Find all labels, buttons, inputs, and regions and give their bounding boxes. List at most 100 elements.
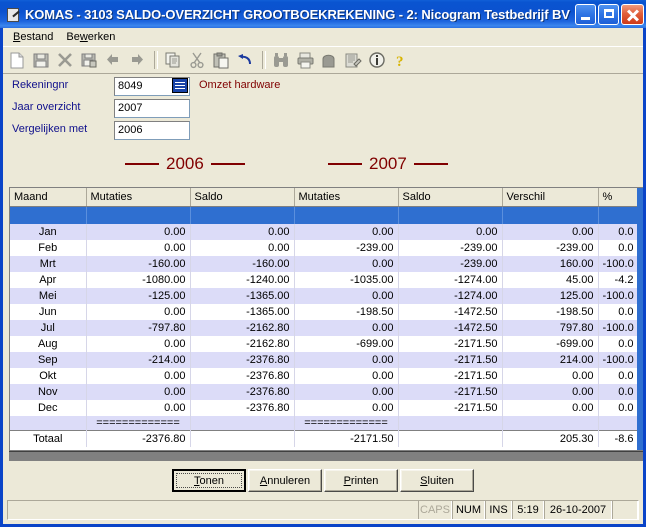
cell-verschil: 0.00 [502, 368, 599, 384]
sluiten-button[interactable]: Sluiten [400, 469, 474, 492]
cell-mutaties-1: -797.80 [86, 320, 191, 336]
find-binoculars-icon[interactable] [270, 49, 293, 71]
save-as-icon[interactable] [78, 49, 101, 71]
table-row[interactable]: Aug 0.00 -2162.80 -699.00 -2171.50 -699.… [10, 336, 637, 352]
list-lookup-icon[interactable] [172, 78, 188, 93]
title-bar[interactable]: KOMAS - 3103 SALDO-OVERZICHT GROOTBOEKRE… [0, 0, 646, 28]
cell-saldo-2: -1472.50 [398, 320, 503, 336]
cell-verschil: 797.80 [502, 320, 599, 336]
print-icon[interactable] [294, 49, 317, 71]
saldo-grid[interactable]: Maand Mutaties Saldo Mutaties Saldo Vers… [9, 187, 637, 451]
cell-mutaties-1: 0.00 [86, 368, 191, 384]
table-row[interactable]: Mrt -160.00 -160.00 0.00 -239.00 160.00 … [10, 256, 637, 272]
status-message-area [8, 501, 418, 519]
cell-mutaties-2: 0.00 [294, 224, 399, 240]
cell-mutaties-1: -214.00 [86, 352, 191, 368]
jaar-overzicht-input[interactable]: 2007 [114, 99, 190, 118]
vergelijken-met-input[interactable]: 2006 [114, 121, 190, 140]
separator-mutaties-2: ============= [294, 416, 399, 431]
close-button[interactable] [621, 3, 644, 25]
table-row[interactable]: Sep -214.00 -2376.80 0.00 -2171.50 214.0… [10, 352, 637, 368]
menu-bestand[interactable]: Bestand [7, 30, 60, 44]
grid-vertical-scrollbar[interactable] [637, 187, 643, 451]
cell-verschil: 214.00 [502, 352, 599, 368]
table-row[interactable]: Feb 0.00 0.00 -239.00 -239.00 -239.00 0.… [10, 240, 637, 256]
menu-bewerken[interactable]: Bewerken [60, 30, 122, 44]
table-row[interactable]: Jan 0.00 0.00 0.00 0.00 0.00 0.0 [10, 224, 637, 240]
cell-saldo-2: -2171.50 [398, 384, 503, 400]
dash-left-2 [328, 163, 362, 165]
cell-mutaties-1: 0.00 [86, 336, 191, 352]
cell-mutaties-2: -198.50 [294, 304, 399, 320]
cut-icon[interactable] [186, 49, 209, 71]
table-row[interactable]: Apr -1080.00 -1240.00 -1035.00 -1274.00 … [10, 272, 637, 288]
total-mutaties-2: -2171.50 [294, 430, 399, 447]
edit-note-icon[interactable] [342, 49, 365, 71]
forward-arrow-icon[interactable] [126, 49, 149, 71]
toolbar: ? [3, 46, 643, 74]
new-document-icon[interactable] [6, 49, 29, 71]
paste-icon[interactable] [210, 49, 233, 71]
col-maand[interactable]: Maand [10, 188, 87, 207]
total-saldo-1 [190, 430, 295, 447]
annuleren-label: Annuleren [259, 474, 311, 487]
cell-percent: 0.0 [598, 368, 637, 384]
maximize-button[interactable] [598, 3, 619, 25]
printen-button[interactable]: Printen [324, 469, 398, 492]
cell-verschil: -198.50 [502, 304, 599, 320]
tonen-button[interactable]: Tonen [172, 469, 246, 492]
grid-horizontal-scrollbar[interactable] [9, 451, 643, 461]
cell-percent: 0.0 [598, 400, 637, 416]
cell-mutaties-2: 0.00 [294, 320, 399, 336]
col-mutaties-2[interactable]: Mutaties [294, 188, 399, 207]
print-preview-icon[interactable] [318, 49, 341, 71]
col-saldo-1[interactable]: Saldo [190, 188, 295, 207]
back-arrow-icon[interactable] [102, 49, 125, 71]
total-saldo-2 [398, 430, 503, 447]
cell-month: Mei [10, 288, 87, 304]
table-row[interactable]: Mei -125.00 -1365.00 0.00 -1274.00 125.0… [10, 288, 637, 304]
cell-saldo-1: -2376.80 [190, 384, 295, 400]
status-date: 26-10-2007 [544, 501, 612, 519]
total-mutaties-1: -2376.80 [86, 430, 191, 447]
total-percent: -8.6 [598, 430, 637, 447]
cell-month: Mrt [10, 256, 87, 272]
annuleren-button[interactable]: Annuleren [248, 469, 322, 492]
table-row[interactable]: Nov 0.00 -2376.80 0.00 -2171.50 0.00 0.0 [10, 384, 637, 400]
cell-saldo-2: -239.00 [398, 256, 503, 272]
cell-saldo-1: -2376.80 [190, 400, 295, 416]
save-icon[interactable] [30, 49, 53, 71]
col-verschil[interactable]: Verschil [502, 188, 599, 207]
delete-icon[interactable] [54, 49, 77, 71]
total-label: Totaal [10, 430, 87, 447]
vergelijken-met-label: Vergelijken met [12, 123, 88, 135]
help-question-icon[interactable]: ? [390, 49, 413, 71]
col-percent[interactable]: % [598, 188, 637, 207]
cell-mutaties-1: 0.00 [86, 224, 191, 240]
cell-percent: 0.0 [598, 336, 637, 352]
table-row[interactable]: Jun 0.00 -1365.00 -198.50 -1472.50 -198.… [10, 304, 637, 320]
cell-saldo-1: 0.00 [190, 240, 295, 256]
table-row[interactable]: Dec 0.00 -2376.80 0.00 -2171.50 0.00 0.0 [10, 400, 637, 416]
printen-label: Printen [343, 474, 379, 487]
col-mutaties-1[interactable]: Mutaties [86, 188, 191, 207]
table-row[interactable]: Jul -797.80 -2162.80 0.00 -1472.50 797.8… [10, 320, 637, 336]
selected-row[interactable] [10, 206, 637, 224]
undo-icon[interactable] [234, 49, 257, 71]
col-saldo-2[interactable]: Saldo [398, 188, 503, 207]
copy-icon[interactable] [162, 49, 185, 71]
cell-saldo-2: -239.00 [398, 240, 503, 256]
cell-mutaties-1: -125.00 [86, 288, 191, 304]
cell-percent: -100.0 [598, 320, 637, 336]
cell-mutaties-1: 0.00 [86, 400, 191, 416]
status-caps: CAPS [418, 501, 452, 519]
cell-saldo-1: -1365.00 [190, 288, 295, 304]
minimize-button[interactable] [575, 3, 596, 25]
total-verschil: 205.30 [502, 430, 599, 447]
info-icon[interactable] [366, 49, 389, 71]
application-window: KOMAS - 3103 SALDO-OVERZICHT GROOTBOEKRE… [0, 0, 646, 527]
cell-mutaties-1: 0.00 [86, 304, 191, 320]
cell-verschil: -699.00 [502, 336, 599, 352]
status-resize-grip [612, 501, 638, 519]
table-row[interactable]: Okt 0.00 -2376.80 0.00 -2171.50 0.00 0.0 [10, 368, 637, 384]
